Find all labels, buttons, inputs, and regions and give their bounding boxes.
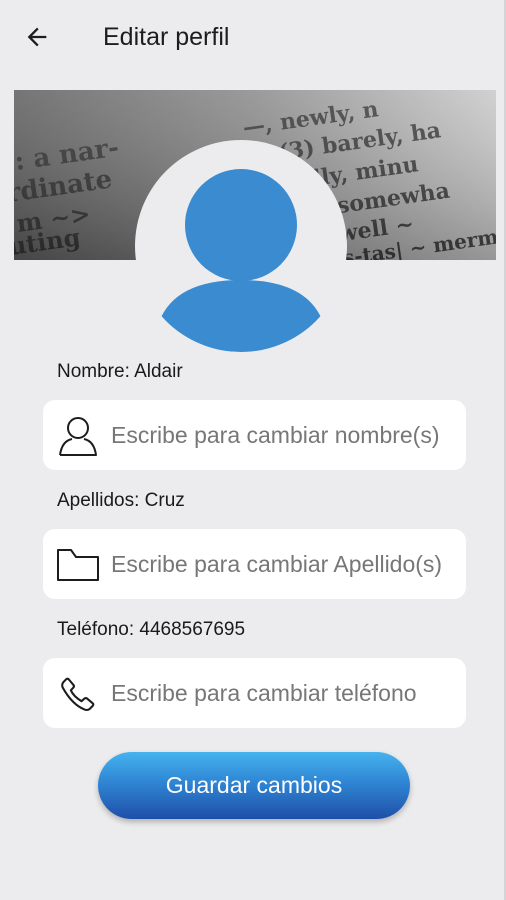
arrow-left-icon	[27, 27, 47, 47]
lastname-input[interactable]	[111, 529, 460, 599]
app-bar: Editar perfil	[0, 0, 504, 72]
name-label: Nombre: Aldair	[57, 361, 183, 382]
person-outline-icon	[55, 415, 101, 457]
phone-label: Teléfono: 4468567695	[57, 619, 246, 640]
phone-input[interactable]	[111, 658, 460, 728]
name-field	[43, 400, 466, 470]
folder-outline-icon	[55, 544, 101, 586]
page-title: Editar perfil	[103, 23, 230, 51]
user-avatar-icon	[135, 140, 347, 352]
phone-field	[43, 658, 466, 728]
avatar[interactable]	[135, 140, 347, 352]
phone-outline-icon	[55, 673, 101, 715]
name-input[interactable]	[111, 400, 460, 470]
screen: Editar perfil : a nar- rdinate m ~> u	[0, 0, 506, 900]
back-button[interactable]	[18, 18, 56, 56]
lastname-label: Apellidos: Cruz	[57, 490, 185, 511]
save-changes-button[interactable]: Guardar cambios	[98, 752, 410, 819]
lastname-field	[43, 529, 466, 599]
